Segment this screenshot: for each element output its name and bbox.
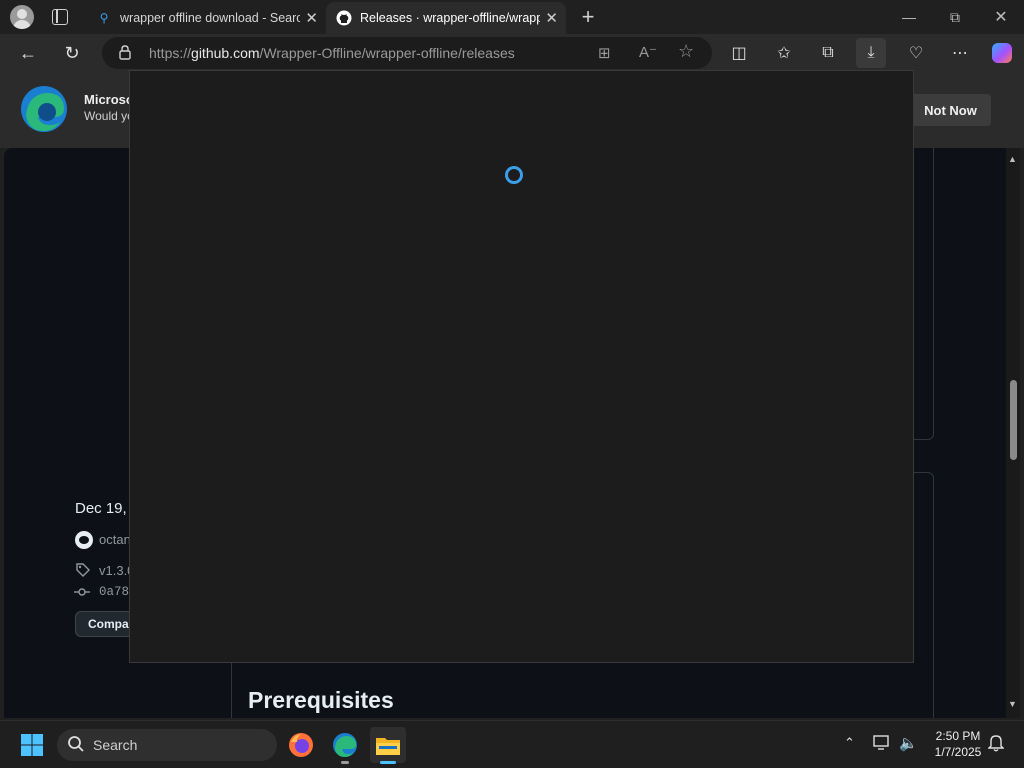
network-icon[interactable] (873, 735, 891, 751)
favorites-icon[interactable]: ✩ (769, 38, 799, 68)
url-host: github.com (191, 45, 260, 61)
tab-releases[interactable]: Releases · wrapper-offline/wrapper-offli… (326, 2, 566, 34)
tab-actions-icon[interactable] (52, 9, 68, 25)
edge-logo (20, 85, 68, 133)
settings-more-icon[interactable]: ⋯ (945, 38, 975, 68)
file-explorer-icon[interactable] (370, 727, 406, 764)
url-text[interactable]: https://github.com/Wrapper-Offline/wrapp… (149, 45, 515, 61)
scrollbar-thumb[interactable] (1010, 380, 1017, 460)
show-hidden-icons-chevron-icon[interactable]: ⌃ (844, 735, 855, 751)
downloads-icon[interactable]: ⤓ (856, 38, 886, 68)
address-bar[interactable]: https://github.com/Wrapper-Offline/wrapp… (102, 37, 712, 69)
search-icon (67, 735, 85, 753)
url-path: /Wrapper-Offline/wrapper-offline/release… (259, 45, 515, 61)
browser-essentials-icon[interactable]: ♡ (901, 38, 931, 68)
restore-button[interactable]: ⧉ (932, 0, 978, 34)
collections-icon[interactable]: ⧉ (813, 38, 843, 68)
not-now-button[interactable]: Not Now (910, 94, 991, 126)
loading-spinner-icon (505, 166, 523, 184)
browser-tab-bar: ⚲ wrapper offline download - Search ✕ Re… (0, 0, 1024, 34)
favorite-star-icon[interactable]: ☆ (678, 41, 694, 62)
taskbar-search-placeholder: Search (93, 737, 138, 753)
volume-icon[interactable]: 🔈 (899, 734, 918, 752)
windows-taskbar: Search ⌃ 🔈 2:50 PM 1/7/2025 (0, 720, 1024, 768)
edge-taskbar-icon[interactable] (327, 727, 363, 764)
new-tab-button[interactable]: + (578, 4, 598, 29)
clock-time: 2:50 PM (935, 729, 981, 743)
infobar-title: Microsoft Edge (84, 92, 130, 107)
tab-search[interactable]: ⚲ wrapper offline download - Search ✕ (86, 2, 326, 34)
system-clock[interactable]: 2:50 PM 1/7/2025 (928, 728, 988, 760)
profile-avatar[interactable] (10, 5, 34, 29)
minimize-button[interactable]: — (886, 0, 932, 34)
copilot-icon[interactable] (987, 38, 1017, 68)
tab-label: wrapper offline download - Search (120, 11, 300, 25)
url-scheme: https:// (149, 45, 192, 61)
back-button[interactable]: ← (13, 38, 43, 68)
commit-icon (74, 585, 90, 597)
split-screen-icon[interactable]: ◫ (724, 38, 754, 68)
scroll-up-icon[interactable]: ▲ (1008, 154, 1017, 164)
github-icon (336, 10, 352, 26)
close-icon[interactable]: ✕ (305, 9, 318, 27)
browser-toolbar: ← ↻ https://github.com/Wrapper-Offline/w… (0, 34, 1024, 72)
loading-overlay-panel (129, 70, 914, 663)
refresh-button[interactable]: ↻ (57, 38, 87, 68)
author-link[interactable]: octan (99, 532, 131, 547)
page-scrollbar[interactable]: ▲ ▼ (1006, 148, 1020, 718)
search-icon: ⚲ (99, 11, 109, 25)
app-available-icon[interactable]: ⊞ (598, 44, 611, 62)
windows-start-icon[interactable] (14, 727, 50, 763)
read-aloud-icon[interactable]: A⁻ (639, 43, 657, 61)
close-icon[interactable]: ✕ (545, 9, 558, 27)
author-avatar[interactable] (75, 531, 93, 549)
commit-link[interactable]: 0a78 (99, 585, 129, 599)
notification-bell-icon[interactable] (987, 734, 1005, 752)
firefox-icon[interactable] (283, 727, 319, 763)
release-date: Dec 19, (75, 500, 127, 517)
taskbar-search[interactable]: Search (57, 729, 277, 761)
tag-icon (76, 563, 90, 577)
section-heading: Prerequisites (248, 687, 394, 713)
clock-date: 1/7/2025 (934, 745, 982, 759)
scroll-down-icon[interactable]: ▼ (1008, 699, 1017, 709)
infobar-message: Would you (84, 109, 130, 123)
lock-icon[interactable] (119, 45, 131, 60)
window-close-button[interactable]: ✕ (978, 0, 1024, 34)
tab-label: Releases · wrapper-offline/wrapper-offli… (360, 11, 540, 25)
